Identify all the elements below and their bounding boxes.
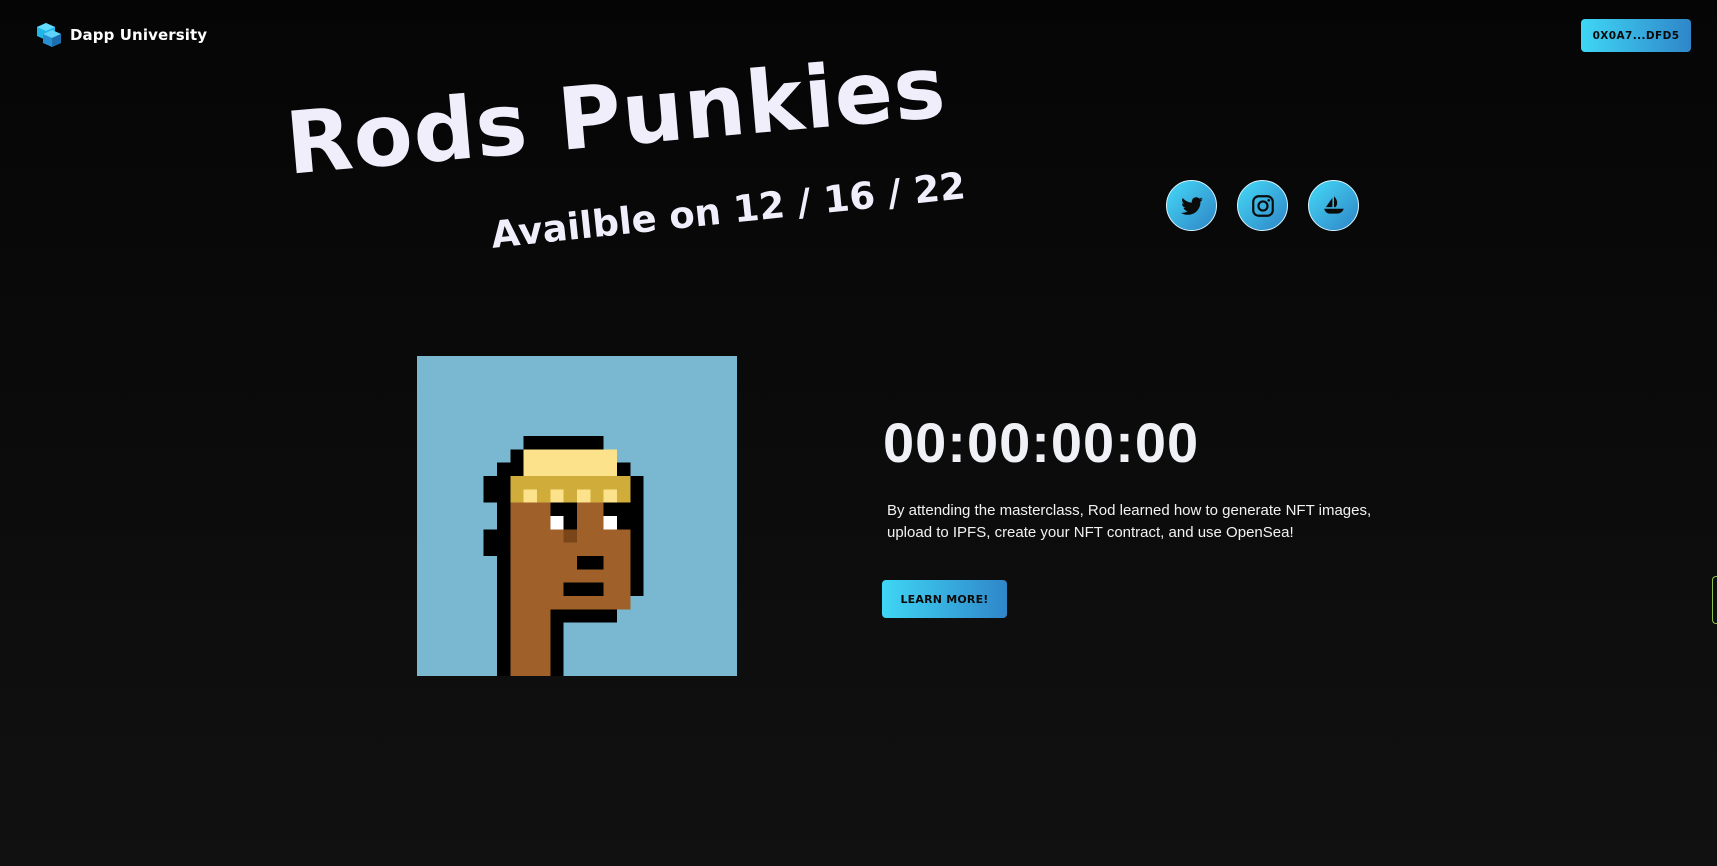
- opensea-icon: [1323, 195, 1344, 214]
- dapp-logo-icon: [37, 23, 61, 47]
- hero-subtitle: Availble on 12 / 16 / 22: [489, 164, 968, 257]
- brand-name: Dapp University: [70, 26, 208, 44]
- hero-title: Rods Punkies: [282, 37, 950, 195]
- edge-tab-handle[interactable]: [1712, 576, 1717, 624]
- twitter-link[interactable]: [1166, 180, 1217, 231]
- brand-link[interactable]: Dapp University: [36, 22, 207, 48]
- learn-more-button[interactable]: LEARN MORE!: [882, 580, 1007, 618]
- twitter-icon: [1180, 196, 1203, 215]
- connect-wallet-button[interactable]: 0X0A7...DFD5: [1581, 19, 1691, 52]
- instagram-icon: [1251, 194, 1274, 217]
- page: Dapp University 0X0A7...DFD5 Rods Punkie…: [0, 0, 1717, 866]
- countdown-timer: 00:00:00:00: [883, 411, 1200, 474]
- opensea-link[interactable]: [1308, 180, 1359, 231]
- nft-image: [417, 356, 737, 676]
- instagram-link[interactable]: [1237, 180, 1288, 231]
- description-text: By attending the masterclass, Rod learne…: [887, 502, 1372, 541]
- social-links: [1166, 180, 1359, 231]
- punk-avatar-image: [417, 356, 737, 676]
